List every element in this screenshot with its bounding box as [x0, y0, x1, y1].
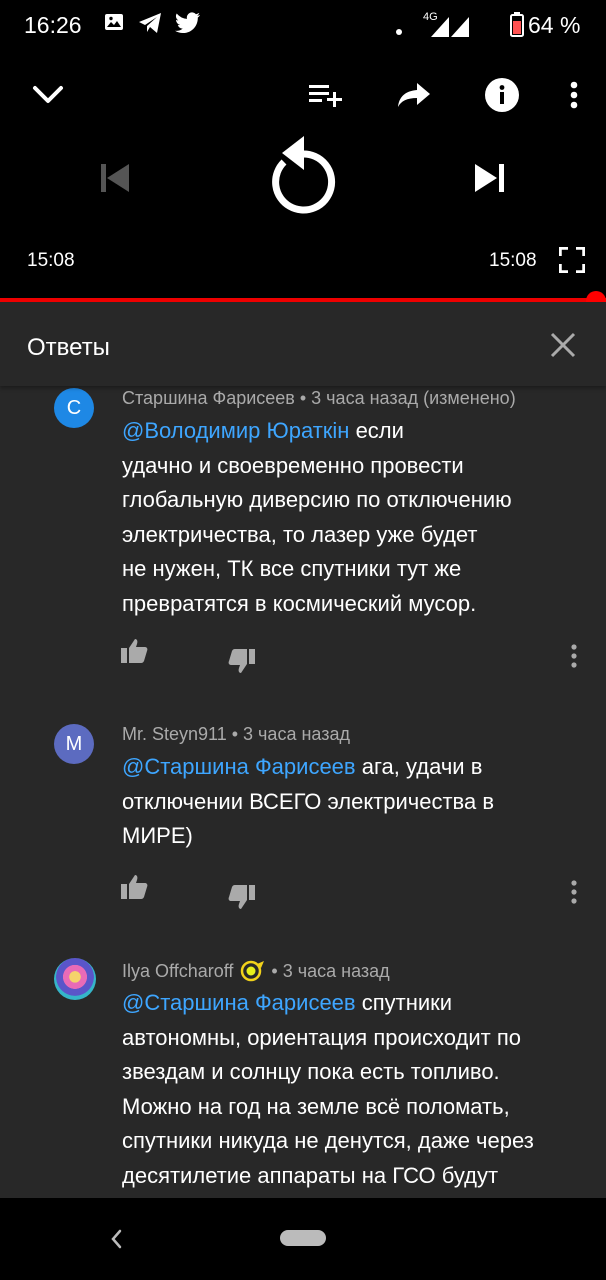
replies-panel: Ответы С Старшина Фарисеев • 3 часа наза… — [0, 302, 606, 1198]
telegram-icon — [138, 12, 162, 39]
comment-time: 3 часа назад — [243, 724, 350, 744]
comment-text: @Старшина Фарисеев ага, удачи в отключен… — [122, 750, 582, 854]
comment-line: если — [355, 418, 404, 443]
comment-line: не нужен, ТК все спутники тут же — [122, 556, 462, 582]
comment-time: 3 часа назад (изменено) — [311, 388, 516, 408]
comment-line: МИРЕ) — [122, 823, 193, 849]
dislike-button[interactable] — [228, 648, 256, 679]
home-pill-button[interactable] — [280, 1230, 326, 1246]
comment-line: глобальную диверсию по отключению — [122, 487, 512, 513]
dislike-button[interactable] — [228, 884, 256, 915]
thumbs-down-icon — [228, 885, 255, 909]
comment-author[interactable]: Ilya Offcharoff — [122, 961, 233, 981]
fullscreen-button[interactable] — [556, 244, 588, 276]
comment-meta: Ilya Offcharoff • 3 часа назад — [122, 960, 390, 982]
skip-previous-icon — [101, 164, 129, 192]
twitter-icon — [175, 12, 201, 39]
replay-icon — [272, 136, 336, 214]
battery-percent: 64 % — [528, 12, 581, 38]
comment-line: спутники — [361, 990, 453, 1015]
skip-next-icon — [475, 164, 504, 192]
info-button[interactable] — [482, 78, 522, 112]
chevron-down-icon — [33, 86, 63, 103]
avatar[interactable]: M — [54, 724, 94, 764]
mention-link[interactable]: @Старшина Фарисеев — [122, 990, 356, 1015]
panel-header: Ответы — [0, 302, 606, 386]
thumbs-down-icon — [228, 649, 255, 673]
kebab-menu-icon — [570, 81, 578, 109]
comment-line: электричества, то лазер уже будет — [122, 521, 478, 547]
comment-line: превратятся в космический мусор. — [122, 590, 477, 616]
back-chevron-icon — [111, 1229, 122, 1249]
close-icon — [550, 332, 576, 358]
thumbs-up-icon — [121, 875, 148, 899]
comment-line: Можно на год на земле всё поломать, — [122, 1093, 510, 1119]
comment-line: звездам и солнцу пока есть топливо. — [122, 1059, 500, 1085]
gallery-icon — [104, 12, 124, 37]
kebab-menu-icon — [571, 644, 577, 668]
collapse-button[interactable] — [28, 78, 68, 112]
avatar[interactable] — [54, 958, 96, 1000]
comment-author[interactable]: Mr. Steyn911 — [122, 724, 227, 744]
notification-dot-icon — [396, 22, 402, 40]
sponsor-badge-icon — [241, 960, 265, 982]
comment-menu-button[interactable] — [570, 644, 578, 673]
share-arrow-icon — [398, 83, 430, 107]
fullscreen-icon — [559, 247, 585, 273]
replay-button[interactable] — [262, 134, 344, 216]
mention-link[interactable]: @Володимир Юраткін — [122, 418, 349, 443]
like-button[interactable] — [120, 638, 148, 669]
previous-button[interactable] — [92, 158, 136, 198]
signal-icon — [423, 14, 469, 43]
info-icon — [485, 78, 519, 112]
playlist-add-icon — [309, 85, 342, 107]
comment-menu-button[interactable] — [570, 880, 578, 909]
system-nav-bar — [0, 1198, 606, 1280]
comment-time: 3 часа назад — [282, 961, 390, 981]
kebab-menu-icon — [571, 880, 577, 904]
comment-line: отключении ВСЕГО электричества в — [122, 788, 495, 814]
battery-icon — [510, 12, 524, 42]
comment-line: спутники никуда не денутся, даже через — [122, 1128, 534, 1154]
comment-author[interactable]: Старшина Фарисеев — [122, 388, 295, 408]
add-to-queue-button[interactable] — [304, 78, 348, 112]
comment-text: @Старшина Фарисеев спутники автономны, о… — [122, 986, 582, 1194]
elapsed-time: 15:08 — [27, 250, 75, 271]
comment-line: ага, удачи в — [361, 754, 483, 779]
duration-time: 15:08 — [489, 250, 537, 271]
mini-player: 15:08 15:08 — [0, 52, 606, 300]
more-options-button[interactable] — [560, 78, 588, 112]
comment-meta: Старшина Фарисеев • 3 часа назад (измене… — [122, 388, 516, 408]
next-button[interactable] — [468, 158, 512, 198]
like-button[interactable] — [120, 874, 148, 905]
comment-line: десятилетие аппараты на ГСО будут — [122, 1162, 499, 1188]
status-bar: 16:26 4G 64 % — [0, 0, 606, 52]
panel-title: Ответы — [27, 334, 110, 361]
mention-link[interactable]: @Старшина Фарисеев — [122, 754, 356, 779]
comment-line: автономны, ориентация происходит по — [122, 1024, 521, 1050]
avatar[interactable]: С — [54, 388, 94, 428]
comment-meta: Mr. Steyn911 • 3 часа назад — [122, 724, 350, 744]
back-button[interactable] — [106, 1226, 126, 1257]
comment-text: @Володимир Юраткін если удачно и своевре… — [122, 414, 582, 622]
comment-line: удачно и своевременно провести — [122, 452, 464, 478]
status-time: 16:26 — [24, 12, 82, 38]
share-button[interactable] — [392, 78, 436, 112]
thumbs-up-icon — [121, 639, 148, 663]
close-button[interactable] — [549, 331, 581, 363]
